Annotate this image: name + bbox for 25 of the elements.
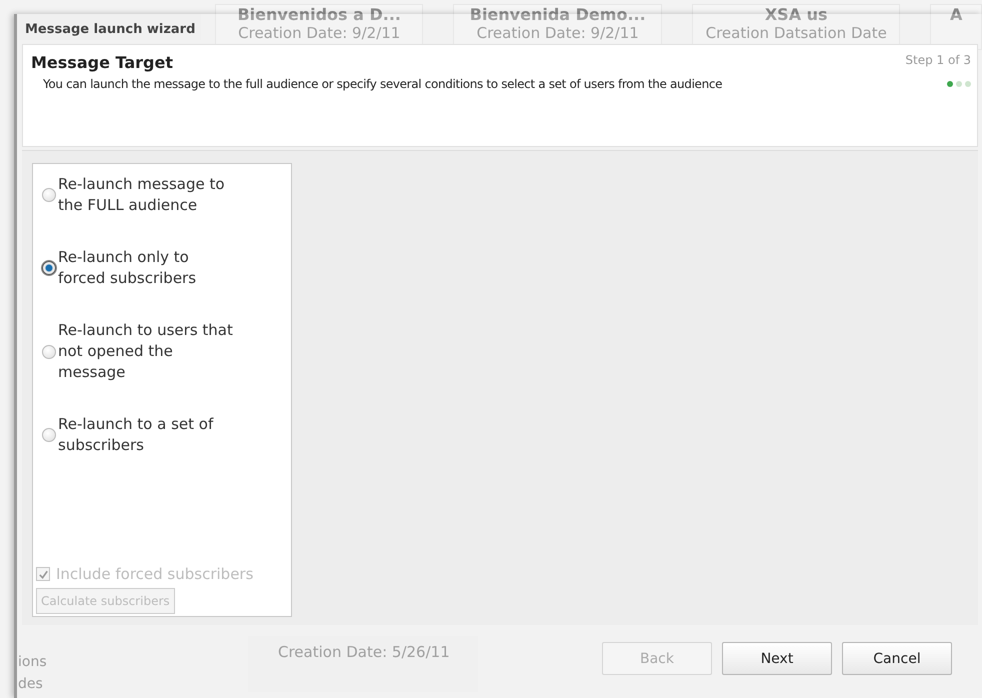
card-title: Bienvenida Demo...: [468, 5, 647, 24]
option-label[interactable]: Re-launch only to forced subscribers: [58, 247, 238, 289]
description: You can launch the message to the full audience or specify several conditions to select a set of users from the audience: [43, 77, 722, 91]
radio-button[interactable]: [42, 428, 56, 442]
dialog-button[interactable]: Next: [722, 642, 832, 675]
radio-button[interactable]: [42, 261, 56, 275]
sidebar-item: ions: [18, 654, 48, 672]
radio-button[interactable]: [42, 344, 56, 358]
section-title: Message Target: [31, 53, 173, 72]
creation-date: Creation Date: 5/26/11: [278, 643, 450, 661]
card-title: A: [949, 5, 964, 24]
checkbox-label: Include forced subscribers: [56, 565, 254, 583]
sidebar-item: des: [18, 676, 44, 694]
step-indicator: Step 1 of 3: [905, 53, 971, 67]
window-title: Message launch wizard: [17, 14, 202, 40]
card-title: Bienvenidos a D...: [236, 5, 402, 24]
option-label[interactable]: Re-launch to users that not opened the message: [58, 320, 238, 383]
dialog-button[interactable]: Cancel: [842, 642, 952, 675]
option-label[interactable]: Re-launch to a set of subscribers: [58, 414, 238, 456]
creation-date: Creation Date: 9/2/11: [237, 24, 402, 42]
creation-date: Creation Datsation Date: [704, 24, 888, 42]
card-title: XSA us: [764, 5, 829, 24]
radio-button[interactable]: [42, 188, 56, 202]
option-label[interactable]: Re-launch message to the FULL audience: [58, 174, 238, 216]
creation-date: Creation Date: 9/2/11: [476, 24, 640, 42]
